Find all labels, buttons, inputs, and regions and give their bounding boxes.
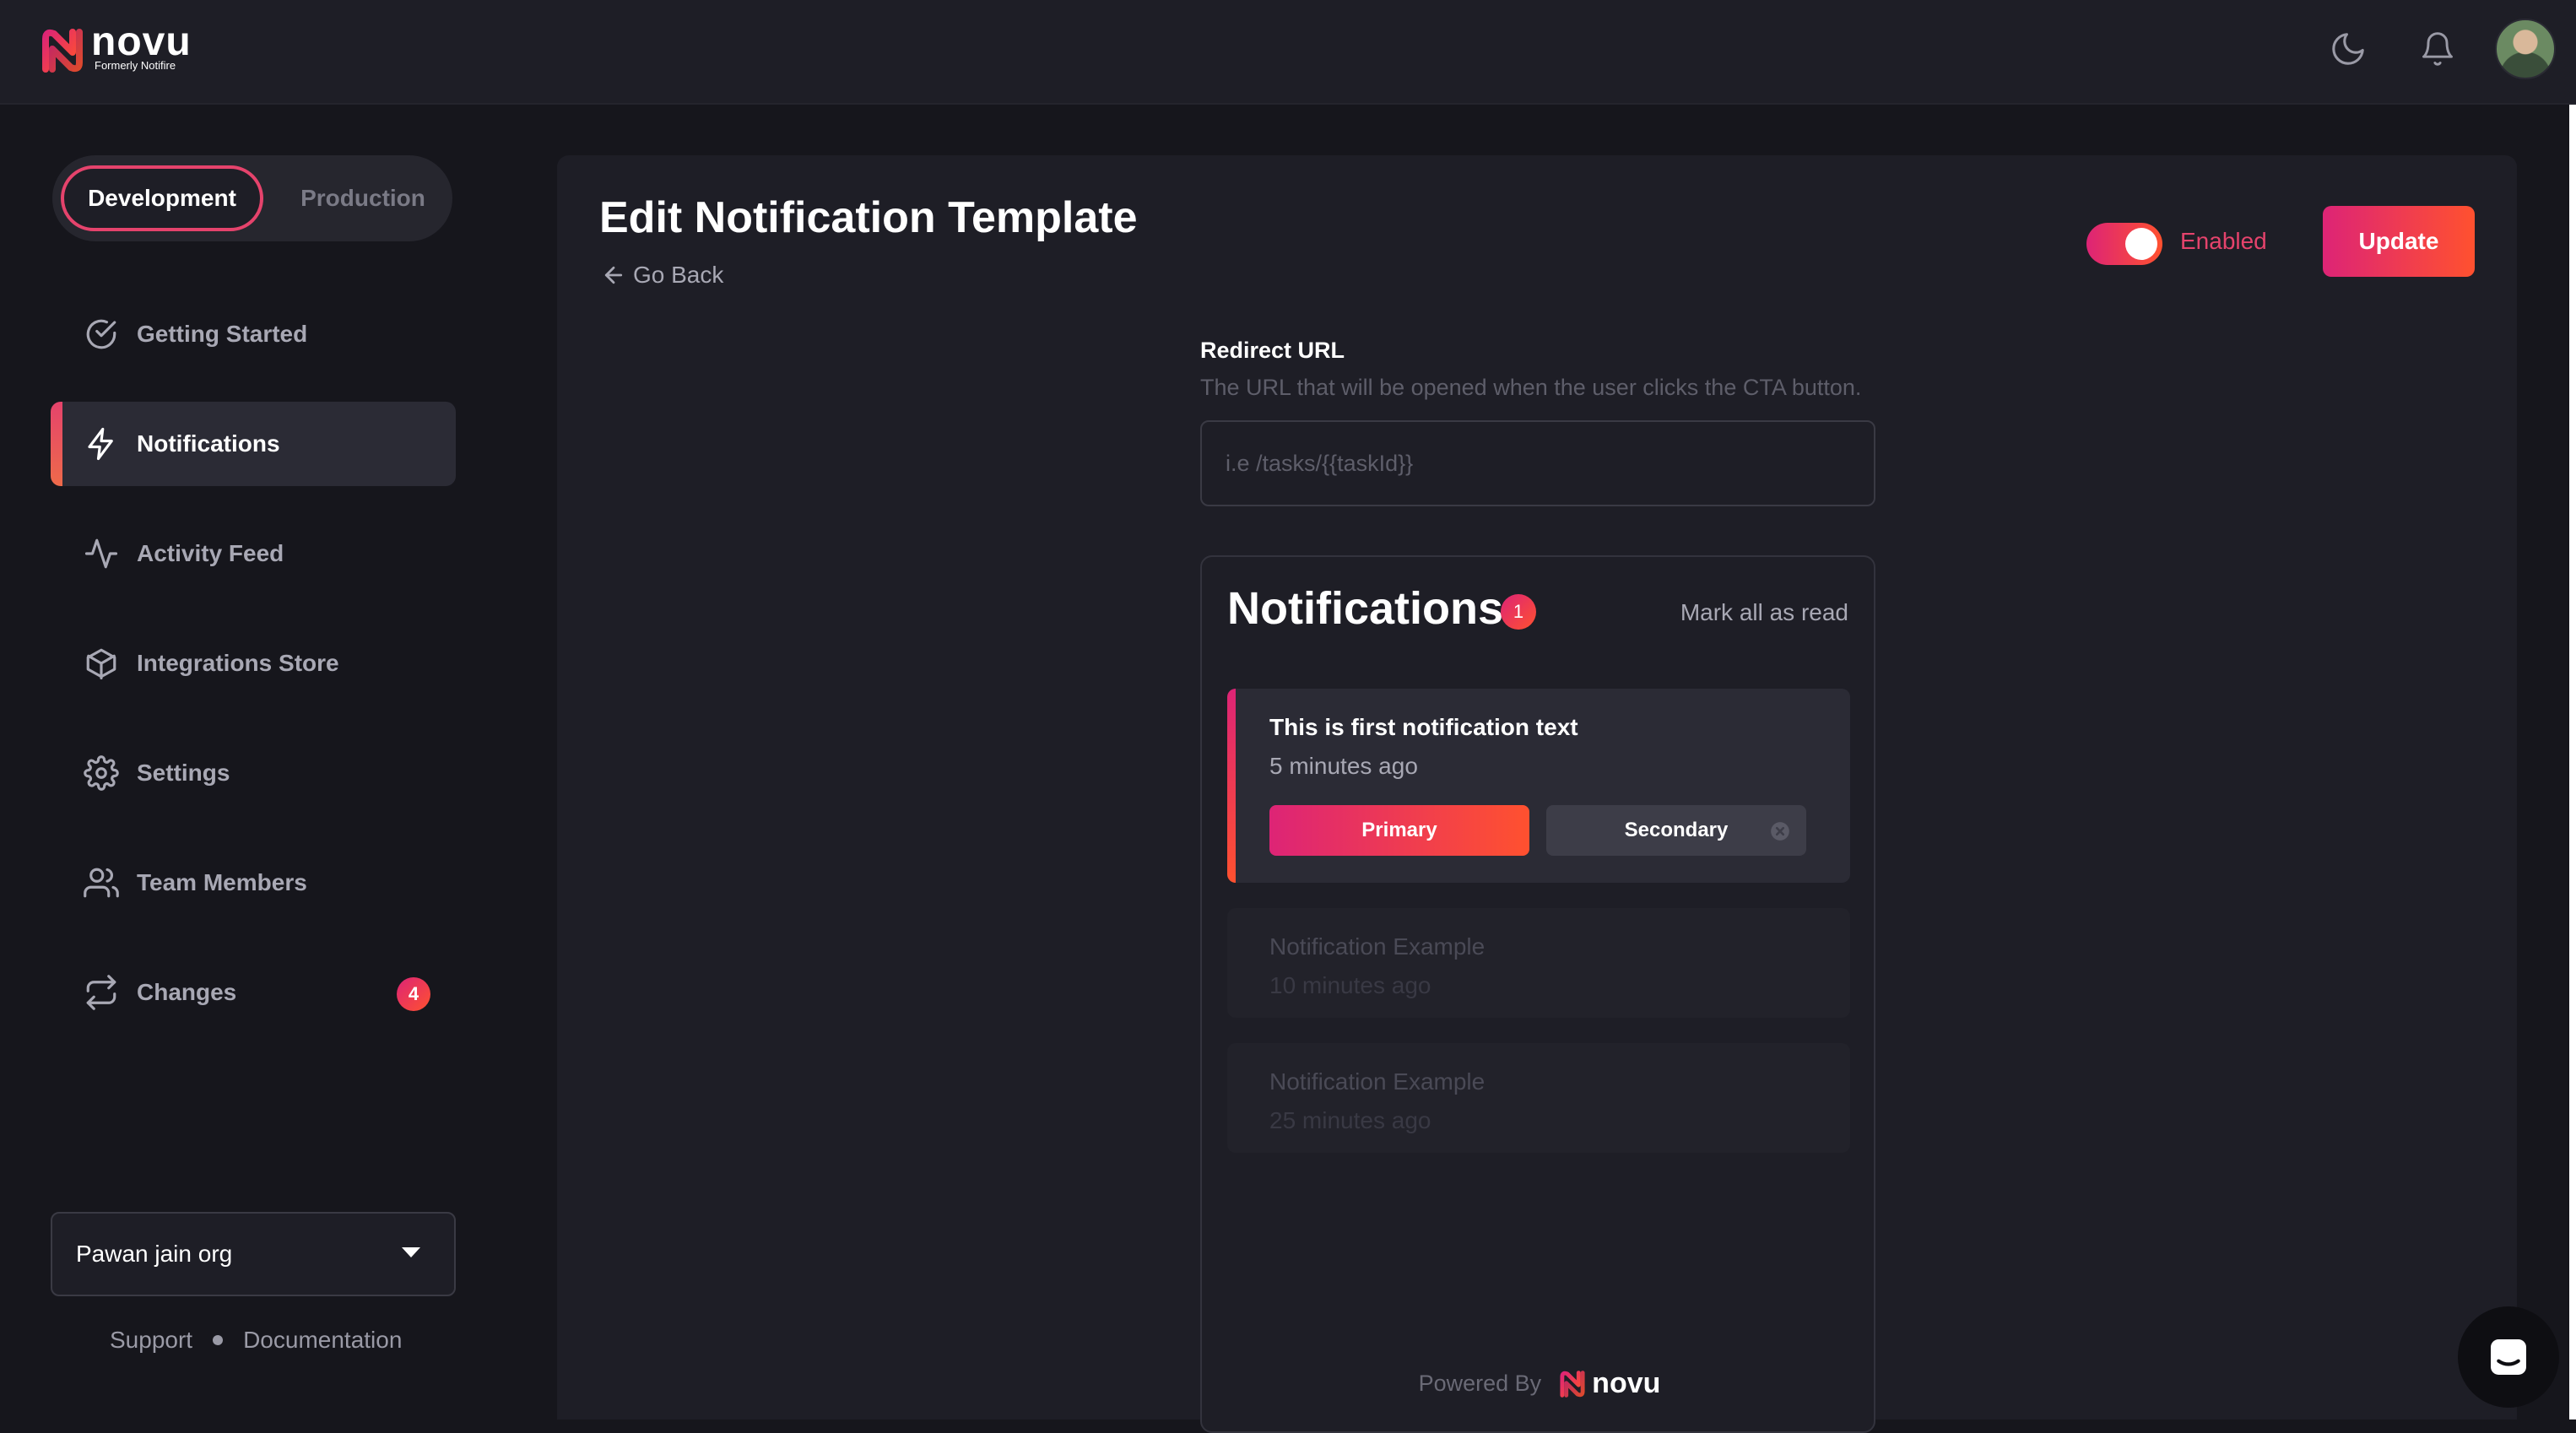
sidebar-item-settings[interactable]: Settings	[51, 731, 456, 815]
chat-support-button[interactable]	[2458, 1306, 2559, 1408]
toggle-knob	[2125, 228, 2157, 260]
notification-time: 5 minutes ago	[1269, 753, 1418, 779]
bell-icon	[2422, 32, 2453, 66]
sidebar-item-team-members[interactable]: Team Members	[51, 841, 456, 925]
notifications-bell-button[interactable]	[2414, 25, 2461, 73]
notification-text: Notification Example	[1269, 933, 1486, 960]
moon-icon	[2332, 33, 2364, 65]
env-development-option[interactable]: Development	[61, 165, 263, 231]
go-back-label: Go Back	[633, 262, 724, 288]
organization-select[interactable]: Pawan jain org	[51, 1212, 456, 1296]
novu-logo-mark-icon	[42, 29, 83, 73]
redirect-url-help: The URL that will be opened when the use…	[1200, 375, 1862, 400]
top-header: novu Formerly Notifire	[0, 0, 2576, 105]
environment-switch: Development Production	[52, 155, 452, 241]
enabled-label: Enabled	[2180, 228, 2267, 254]
notification-time: 10 minutes ago	[1269, 972, 1431, 998]
notification-text: This is first notification text	[1269, 714, 1578, 740]
sidebar-nav: Getting Started Notifications Activity F…	[51, 292, 456, 1060]
sidebar-item-changes[interactable]: Changes 4	[51, 950, 456, 1035]
avatar[interactable]	[2495, 19, 2556, 79]
powered-by-footer: Powered By novu	[1202, 1367, 1877, 1400]
sidebar-item-label: Getting Started	[137, 321, 308, 347]
novu-mini-logo[interactable]: novu	[1558, 1367, 1660, 1400]
logo-subtitle: Formerly Notifire	[95, 59, 176, 72]
enabled-toggle[interactable]	[2086, 223, 2162, 265]
theme-toggle-button[interactable]	[2324, 25, 2372, 73]
box-icon	[83, 645, 120, 682]
redirect-url-input[interactable]	[1200, 420, 1875, 506]
novu-logo[interactable]: novu Formerly Notifire	[39, 19, 208, 74]
novu-logo-mark-icon	[1560, 1370, 1585, 1398]
check-circle-icon	[83, 316, 120, 353]
notification-center-preview: Notifications 1 Mark all as read This is…	[1200, 555, 1875, 1433]
page-title: Edit Notification Template	[599, 193, 1138, 242]
env-production-option[interactable]: Production	[280, 165, 446, 231]
logo-wordmark: novu	[91, 19, 192, 64]
sidebar-item-label: Team Members	[137, 869, 307, 895]
footer-links: Support Documentation	[110, 1327, 402, 1354]
sidebar-item-label: Integrations Store	[137, 650, 339, 676]
update-button[interactable]: Update	[2323, 206, 2475, 277]
caret-down-icon	[402, 1247, 420, 1257]
secondary-cta-label: Secondary	[1624, 819, 1729, 841]
changes-count-badge: 4	[397, 977, 430, 1011]
sidebar-item-label: Changes	[137, 979, 237, 1005]
bolt-icon	[83, 425, 120, 462]
notification-time: 25 minutes ago	[1269, 1107, 1431, 1133]
scrollbar[interactable]	[2569, 105, 2576, 1419]
close-circle-icon[interactable]	[1769, 820, 1791, 842]
sidebar-item-label: Notifications	[137, 430, 280, 457]
go-back-link[interactable]: Go Back	[599, 262, 723, 289]
notification-text: Notification Example	[1269, 1068, 1486, 1095]
support-link[interactable]: Support	[110, 1327, 192, 1354]
sidebar-item-label: Settings	[137, 760, 230, 786]
activity-icon	[83, 535, 120, 572]
repeat-icon	[83, 974, 120, 1011]
sidebar-item-notifications[interactable]: Notifications	[51, 402, 456, 486]
secondary-cta-button[interactable]: Secondary	[1546, 805, 1806, 856]
chat-icon	[2491, 1339, 2526, 1375]
notification-item[interactable]: Notification Example 10 minutes ago	[1227, 908, 1850, 1018]
primary-cta-button[interactable]: Primary	[1269, 805, 1529, 856]
sidebar-item-getting-started[interactable]: Getting Started	[51, 292, 456, 376]
main-panel: Edit Notification Template Go Back Enabl…	[557, 155, 2517, 1433]
arrow-left-icon	[604, 266, 623, 284]
powered-brand-name: novu	[1592, 1367, 1661, 1399]
unread-count-badge: 1	[1501, 594, 1536, 630]
sidebar-item-activity-feed[interactable]: Activity Feed	[51, 511, 456, 596]
dot-separator	[213, 1335, 224, 1345]
users-icon	[83, 864, 120, 901]
sidebar-item-integrations-store[interactable]: Integrations Store	[51, 621, 456, 706]
notification-item-unread[interactable]: This is first notification text 5 minute…	[1227, 689, 1850, 883]
organization-name: Pawan jain org	[76, 1241, 233, 1267]
redirect-url-label: Redirect URL	[1200, 338, 1345, 363]
inbox-title: Notifications	[1227, 583, 1504, 634]
sidebar-item-label: Activity Feed	[137, 540, 284, 566]
gear-icon	[83, 754, 120, 792]
documentation-link[interactable]: Documentation	[243, 1327, 402, 1354]
notification-item[interactable]: Notification Example 25 minutes ago	[1227, 1043, 1850, 1153]
mark-all-as-read-button[interactable]: Mark all as read	[1680, 599, 1848, 626]
powered-by-label: Powered By	[1418, 1371, 1542, 1396]
